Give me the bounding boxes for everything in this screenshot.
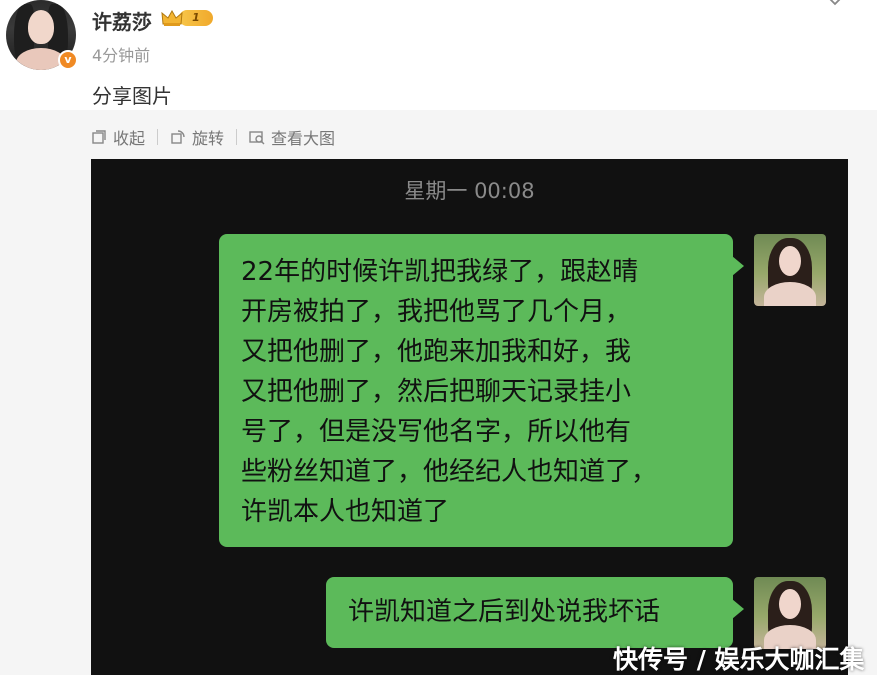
toolbar-divider xyxy=(157,129,159,145)
message-line: 许凯本人也知道了 xyxy=(241,497,450,527)
message-bubble: 22年的时候许凯把我绿了，跟赵晴 开房被拍了，我把他骂了几个月， 又把他删了，他… xyxy=(219,234,744,547)
view-large-icon xyxy=(249,131,265,145)
verified-badge-icon: v xyxy=(58,50,78,70)
message-line: 又把他删了，然后把聊天记录挂小 xyxy=(241,377,632,407)
message-line: 22年的时候许凯把我绿了，跟赵晴 xyxy=(241,257,639,287)
weibo-post: v 许荔莎 1 4分钟前 分享图片 收起 旋转 查看大图 星期一 00:08 2… xyxy=(0,0,877,675)
vip-level: 1 xyxy=(179,10,213,26)
chat-avatar-face xyxy=(779,589,801,619)
watermark: 快传号 / 娱乐大咖汇集 xyxy=(613,645,865,674)
collapse-button[interactable]: 收起 xyxy=(91,125,145,149)
vip-crown-icon xyxy=(161,9,183,27)
chat-avatar-body xyxy=(764,282,816,306)
message-line: 又把他删了，他跑来加我和好，我 xyxy=(241,337,632,367)
view-large-button[interactable]: 查看大图 xyxy=(249,125,335,149)
message-line: 号了，但是没写他名字，所以他有 xyxy=(241,417,632,447)
view-large-label: 查看大图 xyxy=(271,129,336,148)
vip-badge[interactable]: 1 xyxy=(161,8,215,28)
message-line: 开房被拍了，我把他骂了几个月， xyxy=(241,297,632,327)
chevron-down-icon[interactable] xyxy=(826,0,844,10)
chat-screenshot-image[interactable]: 星期一 00:08 22年的时候许凯把我绿了，跟赵晴 开房被拍了，我把他骂了几个… xyxy=(91,159,848,675)
avatar-face xyxy=(28,10,54,44)
chat-avatar xyxy=(754,234,826,306)
chat-avatar xyxy=(754,577,826,649)
rotate-label: 旋转 xyxy=(192,129,225,148)
message-bubble: 许凯知道之后到处说我坏话 xyxy=(326,577,744,648)
username[interactable]: 许荔莎 xyxy=(92,6,152,35)
collapse-icon xyxy=(92,130,106,144)
rotate-button[interactable]: 旋转 xyxy=(170,125,224,149)
message-line: 许凯知道之后到处说我坏话 xyxy=(348,597,661,627)
rotate-icon xyxy=(171,130,185,144)
chat-avatar-face xyxy=(779,246,801,276)
collapse-label: 收起 xyxy=(113,129,146,148)
message-line: 些粉丝知道了，他经纪人也知道了， xyxy=(241,457,658,487)
post-text: 分享图片 xyxy=(92,84,172,108)
chat-time: 星期一 00:08 xyxy=(404,179,535,203)
post-timestamp[interactable]: 4分钟前 xyxy=(92,42,150,66)
toolbar-divider xyxy=(236,129,238,145)
image-toolbar: 收起 旋转 查看大图 xyxy=(91,126,335,148)
